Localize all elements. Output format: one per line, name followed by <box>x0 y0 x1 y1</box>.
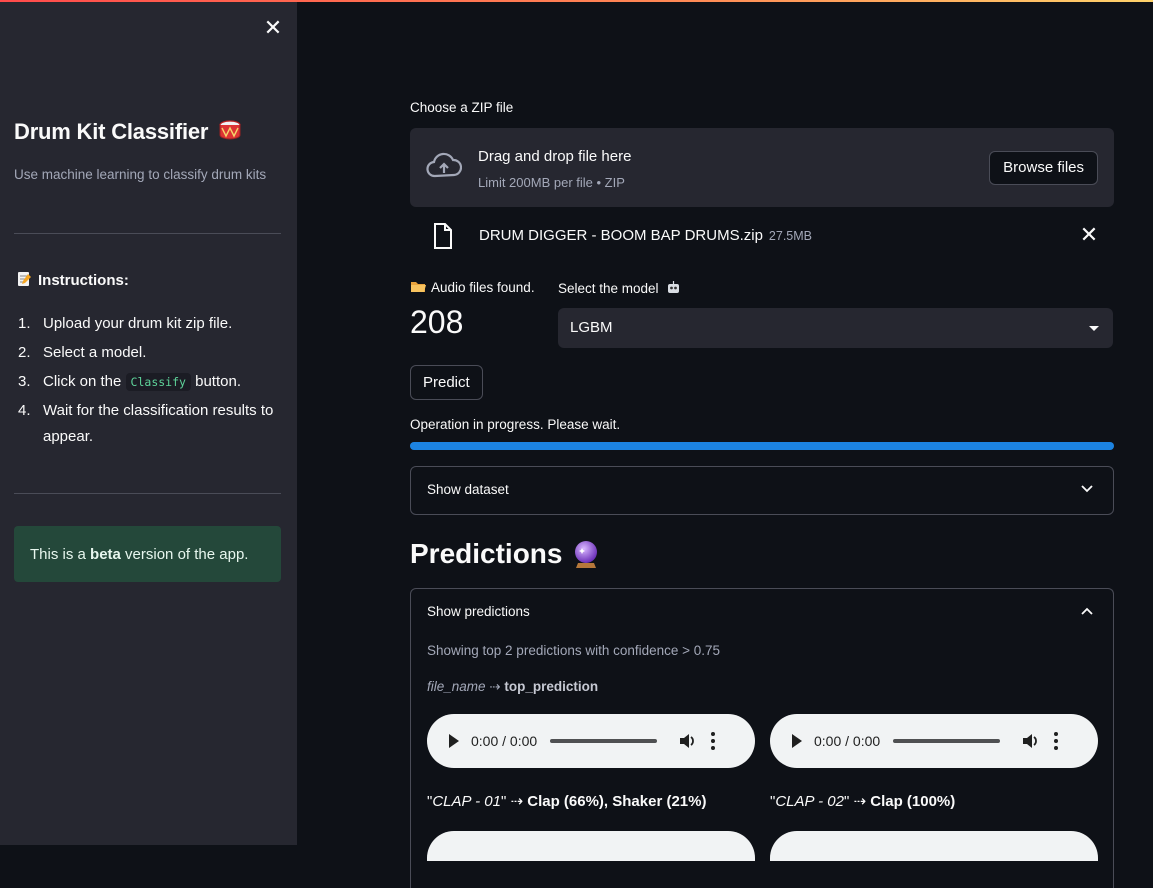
metric-label: Audio files found. <box>410 280 535 295</box>
list-item: 4. Wait for the classification results t… <box>18 398 288 450</box>
file-dropzone[interactable]: Drag and drop file here Limit 200MB per … <box>410 128 1114 207</box>
step-number: 2. <box>18 344 31 361</box>
play-icon[interactable] <box>792 734 802 748</box>
step-text: Wait for the classification results to a… <box>43 402 274 445</box>
beta-text-before: This is a <box>30 545 86 563</box>
step-text-before: Click on the <box>43 373 122 390</box>
more-icon[interactable] <box>711 732 716 750</box>
instructions-heading-text: Instructions: <box>38 272 129 289</box>
prediction-top-result: Clap (100%) <box>870 793 956 810</box>
step-number: 1. <box>18 315 31 332</box>
dropzone-instructions: Drag and drop file here <box>478 148 632 165</box>
prediction-file-name: CLAP - 02 <box>775 793 844 810</box>
progress-fill <box>410 442 1114 450</box>
folder-icon <box>411 282 426 292</box>
dataset-expander-label: Show dataset <box>427 482 509 497</box>
progress-text: Operation in progress. Please wait. <box>410 417 621 432</box>
step-text-after: button. <box>195 373 241 390</box>
step-number: 4. <box>18 402 31 419</box>
predictions-heading: Predictions <box>410 538 600 570</box>
drum-icon <box>219 120 241 140</box>
beta-notice: This is a beta version of the app. <box>14 526 281 582</box>
quote-close: " <box>500 793 507 810</box>
robot-icon <box>668 281 680 293</box>
browse-files-button[interactable]: Browse files <box>989 151 1098 185</box>
predictions-expander-header[interactable]: Show predictions <box>411 589 1113 637</box>
metric-label-text: Audio files found. <box>431 280 535 295</box>
step-text: Upload your drum kit zip file. <box>43 315 233 332</box>
step-number: 3. <box>18 373 31 390</box>
audio-player[interactable] <box>427 831 755 861</box>
prediction-arrow: ⇢ <box>853 793 867 810</box>
prediction-result: "CLAP - 01" ⇢ Clap (66%), Shaker (21%) <box>427 792 706 810</box>
volume-icon[interactable] <box>679 733 697 749</box>
app-title-text: Drum Kit Classifier <box>14 119 209 144</box>
memo-icon <box>18 272 31 286</box>
crystal-ball-icon <box>575 541 598 568</box>
divider <box>14 233 281 234</box>
classify-code: Classify <box>125 373 191 391</box>
file-size: 27.5MB <box>768 229 813 243</box>
model-select-label: Select the model <box>558 280 681 296</box>
chevron-down-icon <box>1081 485 1093 493</box>
prediction-result: "CLAP - 02" ⇢ Clap (100%) <box>770 792 955 810</box>
prediction-top-result: Clap (66%), Shaker (21%) <box>527 793 707 810</box>
dataset-expander: Show dataset <box>410 466 1114 515</box>
metric-value: 208 <box>410 304 464 340</box>
uploader-label: Choose a ZIP file <box>410 100 514 115</box>
divider <box>14 493 281 494</box>
file-icon <box>434 223 452 249</box>
audio-player[interactable]: 0:00 / 0:00 <box>770 714 1098 768</box>
audio-time: 0:00 / 0:00 <box>814 733 881 749</box>
more-icon[interactable] <box>1054 732 1059 750</box>
quote-close: " <box>843 793 850 810</box>
progress-bar <box>410 442 1114 450</box>
prediction-arrow: ⇢ <box>510 793 524 810</box>
audio-seek-bar[interactable] <box>893 739 1001 743</box>
dataset-expander-header[interactable]: Show dataset <box>411 467 1113 515</box>
volume-icon[interactable] <box>1022 733 1040 749</box>
dropzone-limit: Limit 200MB per file • ZIP <box>478 175 625 190</box>
file-name-text: DRUM DIGGER - BOOM BAP DRUMS.zip <box>479 227 763 244</box>
file-name: DRUM DIGGER - BOOM BAP DRUMS.zip 27.5MB <box>479 227 812 244</box>
uploaded-file: DRUM DIGGER - BOOM BAP DRUMS.zip 27.5MB ✕ <box>410 222 1114 250</box>
instructions-heading: Instructions: <box>16 271 129 289</box>
prediction-file-name: CLAP - 01 <box>432 793 501 810</box>
predictions-expander: Show predictions Showing top 2 predictio… <box>410 588 1114 888</box>
audio-time: 0:00 / 0:00 <box>471 733 538 749</box>
beta-text-after: version of the app. <box>125 545 249 563</box>
format-top-prediction: top_prediction <box>504 679 599 694</box>
sidebar: ✕ Drum Kit Classifier Use machine learni… <box>0 2 297 845</box>
model-select-value: LGBM <box>570 319 613 336</box>
audio-player[interactable] <box>770 831 1098 861</box>
step-text: Click on the Classify button. <box>43 369 288 395</box>
app-subtitle: Use machine learning to classify drum ki… <box>14 167 267 182</box>
format-file-name: file_name <box>427 679 486 694</box>
predictions-format: file_name ⇢ top_prediction <box>427 679 598 695</box>
audio-seek-bar[interactable] <box>550 739 658 743</box>
main-content: Choose a ZIP file Drag and drop file her… <box>410 0 1114 888</box>
chevron-up-icon <box>1081 607 1093 615</box>
list-item: 3. Click on the Classify button. <box>18 369 288 395</box>
model-select[interactable]: LGBM <box>558 308 1113 348</box>
step-text: Select a model. <box>43 344 147 361</box>
beta-text-bold: beta <box>90 545 121 563</box>
predictions-heading-text: Predictions <box>410 538 563 569</box>
audio-player[interactable]: 0:00 / 0:00 <box>427 714 755 768</box>
chevron-down-icon <box>1089 326 1099 331</box>
instructions-list: 1. Upload your drum kit zip file. 2. Sel… <box>18 311 288 453</box>
format-arrow: ⇢ <box>489 679 501 694</box>
predict-button[interactable]: Predict <box>410 365 483 400</box>
predictions-expander-label: Show predictions <box>427 604 530 619</box>
cloud-upload-icon <box>426 152 462 178</box>
close-icon[interactable]: ✕ <box>262 17 284 39</box>
predictions-caption: Showing top 2 predictions with confidenc… <box>427 643 721 658</box>
list-item: 1. Upload your drum kit zip file. <box>18 311 288 337</box>
model-select-label-text: Select the model <box>558 281 659 296</box>
play-icon[interactable] <box>449 734 459 748</box>
list-item: 2. Select a model. <box>18 340 288 366</box>
remove-file-button[interactable]: ✕ <box>1078 223 1100 247</box>
app-title: Drum Kit Classifier <box>14 118 242 145</box>
